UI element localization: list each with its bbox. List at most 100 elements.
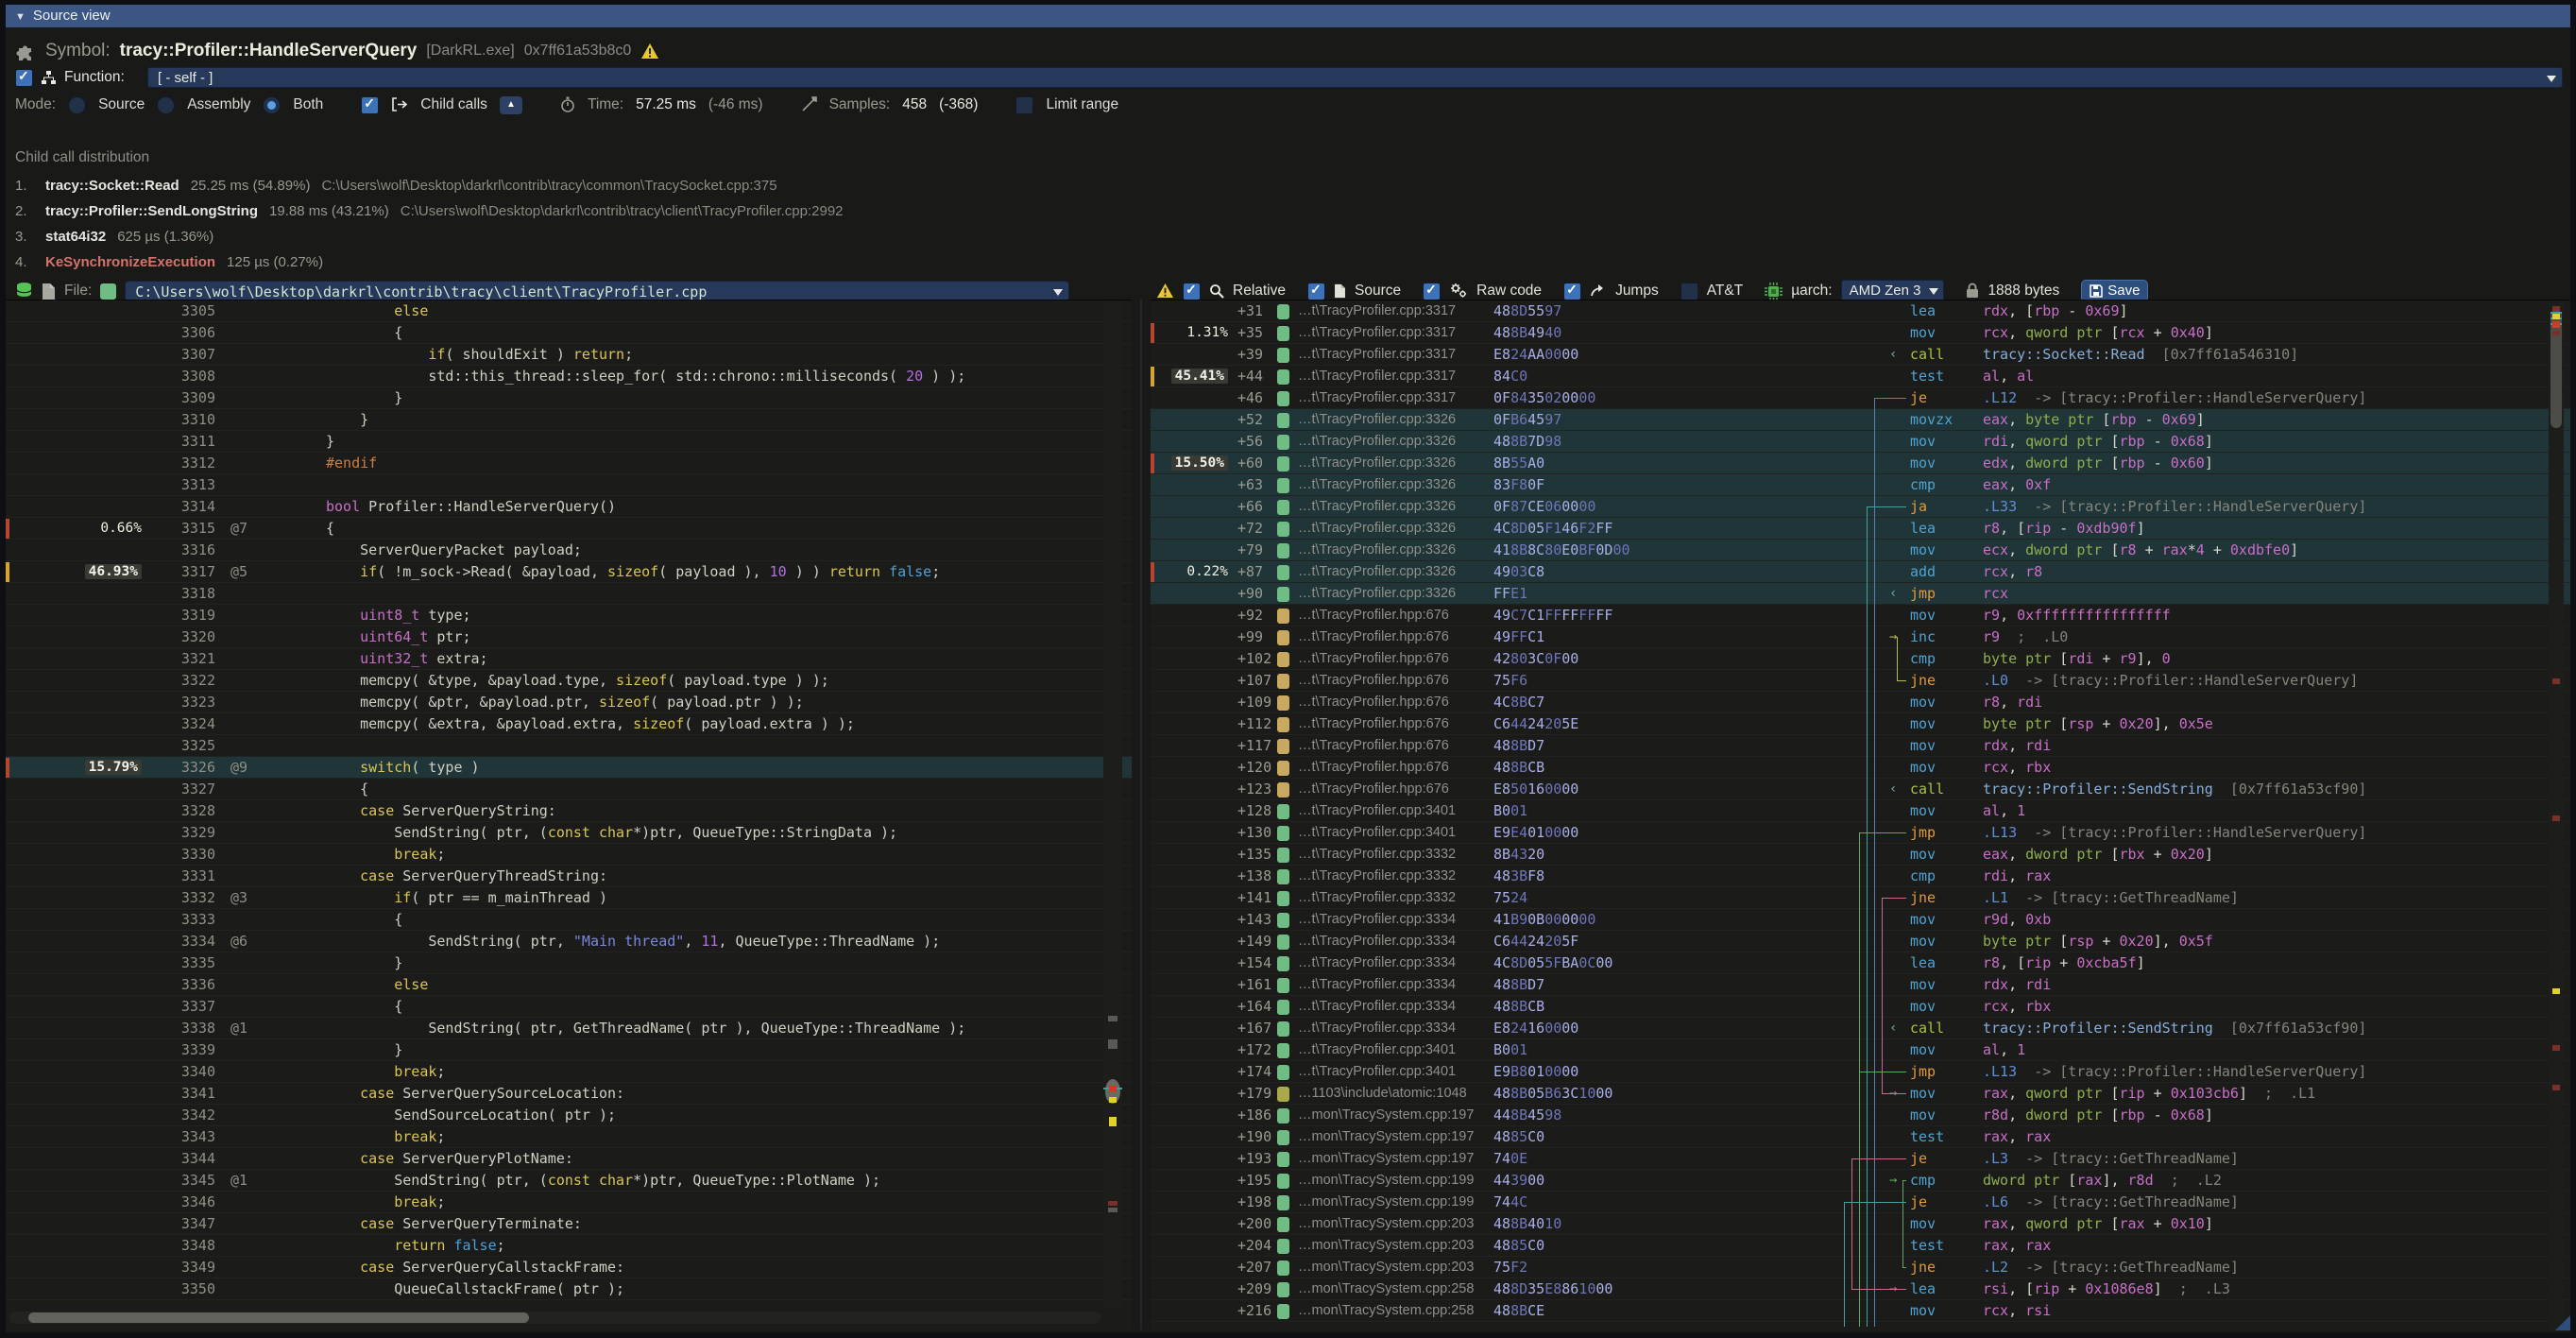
pane-divider[interactable] [1140, 300, 1142, 1329]
source-line[interactable]: 3342 SendSourceLocation( ptr ); [6, 1105, 1132, 1126]
source-line[interactable]: 3339 } [6, 1039, 1132, 1061]
source-line[interactable]: 3309 } [6, 387, 1132, 409]
source-line[interactable]: 3349 case ServerQueryCallstackFrame: [6, 1257, 1132, 1278]
source-line[interactable]: 3341 case ServerQuerySourceLocation: [6, 1083, 1132, 1105]
asm-row[interactable]: +112…t\TracyProfiler.hpp:676C64424205Emo… [1151, 713, 2570, 735]
asm-row[interactable]: +179…1103\include\atomic:1048488B05B63C1… [1151, 1083, 2570, 1105]
asm-row[interactable]: +117…t\TracyProfiler.hpp:676488BD7movrdx… [1151, 735, 2570, 757]
asm-row[interactable]: 45.41%+44…t\TracyProfiler.cpp:331784C0te… [1151, 366, 2570, 387]
source-line[interactable]: 3324 memcpy( &extra, &payload.extra, siz… [6, 713, 1132, 735]
source-line[interactable]: 0.66%3315@7{ [6, 518, 1132, 540]
asm-row[interactable]: 15.50%+60…t\TracyProfiler.cpp:33268B55A0… [1151, 453, 2570, 474]
source-line[interactable]: 3347 case ServerQueryTerminate: [6, 1213, 1132, 1235]
source-line[interactable]: 3305 else [6, 300, 1132, 322]
asm-row[interactable]: +39…t\TracyProfiler.cpp:3317E824AA0000‹c… [1151, 344, 2570, 366]
collapse-triangle-icon[interactable]: ▼ [15, 11, 26, 23]
asm-vertical-scrollbar[interactable] [2549, 300, 2564, 1330]
window-titlebar[interactable]: ▼Source view [6, 5, 2570, 27]
source-line[interactable]: 3311} [6, 431, 1132, 453]
asm-row[interactable]: +120…t\TracyProfiler.hpp:676488BCBmovrcx… [1151, 757, 2570, 779]
asm-row[interactable]: +161…t\TracyProfiler.cpp:3334488BD7movrd… [1151, 974, 2570, 996]
source-line[interactable]: 3343 break; [6, 1126, 1132, 1148]
source-line[interactable]: 3334@6 SendString( ptr, "Main thread", 1… [6, 931, 1132, 952]
child-call-item[interactable]: 2.tracy::Profiler::SendLongString19.88 m… [15, 198, 844, 224]
source-line[interactable]: 3328 case ServerQueryString: [6, 800, 1132, 822]
source-line[interactable]: 3350 QueueCallstackFrame( ptr ); [6, 1278, 1132, 1300]
source-line[interactable]: 3307 if( shouldExit ) return; [6, 344, 1132, 366]
source-line[interactable]: 15.79%3326@9 switch( type ) [6, 757, 1132, 779]
child-call-item[interactable]: 3.stat64i32625 µs (1.36%) [15, 224, 213, 249]
source-line[interactable]: 46.93%3317@5 if( !m_sock->Read( &payload… [6, 561, 1132, 583]
radio-assembly[interactable] [157, 96, 175, 114]
source-line[interactable]: 3320 uint64_t ptr; [6, 626, 1132, 648]
asm-row[interactable]: +135…t\TracyProfiler.cpp:33328B4320movea… [1151, 844, 2570, 866]
asm-row[interactable]: +193…mon\TracySystem.cpp:197740Eje.L3 ->… [1151, 1148, 2570, 1170]
asm-row[interactable]: +63…t\TracyProfiler.cpp:332683F80Fcmpeax… [1151, 474, 2570, 496]
source-line[interactable]: 3312#endif [6, 453, 1132, 474]
source-line[interactable]: 3348 return false; [6, 1235, 1132, 1257]
source-line[interactable]: 3332@3 if( ptr == m_mainThread ) [6, 887, 1132, 909]
asm-row[interactable]: +52…t\TracyProfiler.cpp:33260FB64597movz… [1151, 409, 2570, 431]
source-line[interactable]: 3329 SendString( ptr, (const char*)ptr, … [6, 822, 1132, 844]
jumps-checkbox[interactable] [1563, 283, 1581, 300]
source-line[interactable]: 3313 [6, 474, 1132, 496]
asm-row[interactable]: +195…mon\TracySystem.cpp:199443900→cmpdw… [1151, 1170, 2570, 1192]
child-call-item[interactable]: 1.tracy::Socket::Read25.25 ms (54.89%)C:… [15, 173, 777, 198]
asm-row[interactable]: +109…t\TracyProfiler.hpp:6764C8BC7movr8,… [1151, 692, 2570, 713]
asm-row[interactable]: +198…mon\TracySystem.cpp:199744Cje.L6 ->… [1151, 1192, 2570, 1213]
asm-row[interactable]: +90…t\TracyProfiler.cpp:3326FFE1‹jmprcx [1151, 583, 2570, 605]
source-line[interactable]: 3327 { [6, 779, 1132, 800]
asm-row[interactable]: +130…t\TracyProfiler.cpp:3401E9E4010000j… [1151, 822, 2570, 844]
source-line[interactable]: 3306 { [6, 322, 1132, 344]
asm-row[interactable]: 1.31%+35…t\TracyProfiler.cpp:3317488B494… [1151, 322, 2570, 344]
asm-row[interactable]: +174…t\TracyProfiler.cpp:3401E9B8010000j… [1151, 1061, 2570, 1083]
source-line[interactable]: 3325 [6, 735, 1132, 757]
asm-row[interactable]: +172…t\TracyProfiler.cpp:3401B001moval, … [1151, 1039, 2570, 1061]
source-line[interactable]: 3310 } [6, 409, 1132, 431]
source-line[interactable]: 3316 ServerQueryPacket payload; [6, 540, 1132, 561]
source-line[interactable]: 3340 break; [6, 1061, 1132, 1083]
radio-both[interactable] [263, 96, 281, 114]
resize-handle[interactable] [2555, 1315, 2570, 1330]
scrollbar-thumb[interactable] [28, 1312, 529, 1323]
source-line[interactable]: 3336 else [6, 974, 1132, 996]
asm-row[interactable]: +56…t\TracyProfiler.cpp:3326488B7D98movr… [1151, 431, 2570, 453]
source-line[interactable]: 3323 memcpy( &ptr, &payload.ptr, sizeof(… [6, 692, 1132, 713]
relative-checkbox[interactable] [1183, 283, 1201, 300]
asm-row[interactable]: +149…t\TracyProfiler.cpp:3334C64424205Fm… [1151, 931, 2570, 952]
asm-row[interactable]: +143…t\TracyProfiler.cpp:333441B90B00000… [1151, 909, 2570, 931]
att-checkbox[interactable] [1680, 283, 1698, 300]
asm-row[interactable]: +216…mon\TracySystem.cpp:258488BCEmovrcx… [1151, 1300, 2570, 1322]
asm-row[interactable]: +79…t\TracyProfiler.cpp:3326418B8C80E0BF… [1151, 540, 2570, 561]
asm-row[interactable]: +102…t\TracyProfiler.hpp:67642803C0F00cm… [1151, 648, 2570, 670]
source-line[interactable]: 3319 uint8_t type; [6, 605, 1132, 626]
collapse-child-calls-button[interactable]: ▲ [500, 96, 522, 114]
source-line[interactable]: 3321 uint32_t extra; [6, 648, 1132, 670]
source-line[interactable]: 3318 [6, 583, 1132, 605]
asm-row[interactable]: 0.22%+87…t\TracyProfiler.cpp:33264903C8a… [1151, 561, 2570, 583]
source-line[interactable]: 3338@1 SendString( ptr, GetThreadName( p… [6, 1018, 1132, 1039]
asm-row[interactable]: +164…t\TracyProfiler.cpp:3334488BCBmovrc… [1151, 996, 2570, 1018]
function-checkbox[interactable] [15, 69, 33, 87]
source-checkbox[interactable] [1307, 283, 1325, 300]
source-line[interactable]: 3322 memcpy( &type, &payload.type, sizeo… [6, 670, 1132, 692]
asm-row[interactable]: +204…mon\TracySystem.cpp:2034885C0testra… [1151, 1235, 2570, 1257]
asm-row[interactable]: +154…t\TracyProfiler.cpp:33344C8D055FBA0… [1151, 952, 2570, 974]
asm-row[interactable]: +46…t\TracyProfiler.cpp:33170F8435020000… [1151, 387, 2570, 409]
source-line[interactable]: 3308 std::this_thread::sleep_for( std::c… [6, 366, 1132, 387]
child-calls-checkbox[interactable] [361, 96, 379, 114]
source-horizontal-scrollbar[interactable] [9, 1312, 1100, 1324]
asm-row[interactable]: +72…t\TracyProfiler.cpp:33264C8D05F146F2… [1151, 518, 2570, 540]
asm-row[interactable]: +128…t\TracyProfiler.cpp:3401B001moval, … [1151, 800, 2570, 822]
source-line[interactable]: 3337 { [6, 996, 1132, 1018]
child-call-item[interactable]: 4.KeSynchronizeExecution125 µs (0.27%) [15, 249, 323, 275]
source-line[interactable]: 3331 case ServerQueryThreadString: [6, 866, 1132, 887]
asm-row[interactable]: +200…mon\TracySystem.cpp:203488B4010movr… [1151, 1213, 2570, 1235]
source-line[interactable]: 3330 break; [6, 844, 1132, 866]
asm-row[interactable]: +138…t\TracyProfiler.cpp:3332483BF8cmprd… [1151, 866, 2570, 887]
source-line[interactable]: 3314bool Profiler::HandleServerQuery() [6, 496, 1132, 518]
asm-row[interactable]: +141…t\TracyProfiler.cpp:33327524jne.L1 … [1151, 887, 2570, 909]
source-vertical-scrollbar[interactable] [1103, 300, 1122, 1308]
asm-row[interactable]: +190…mon\TracySystem.cpp:1974885C0testra… [1151, 1126, 2570, 1148]
asm-row[interactable]: +99…t\TracyProfiler.hpp:67649FFC1→incr9 … [1151, 626, 2570, 648]
